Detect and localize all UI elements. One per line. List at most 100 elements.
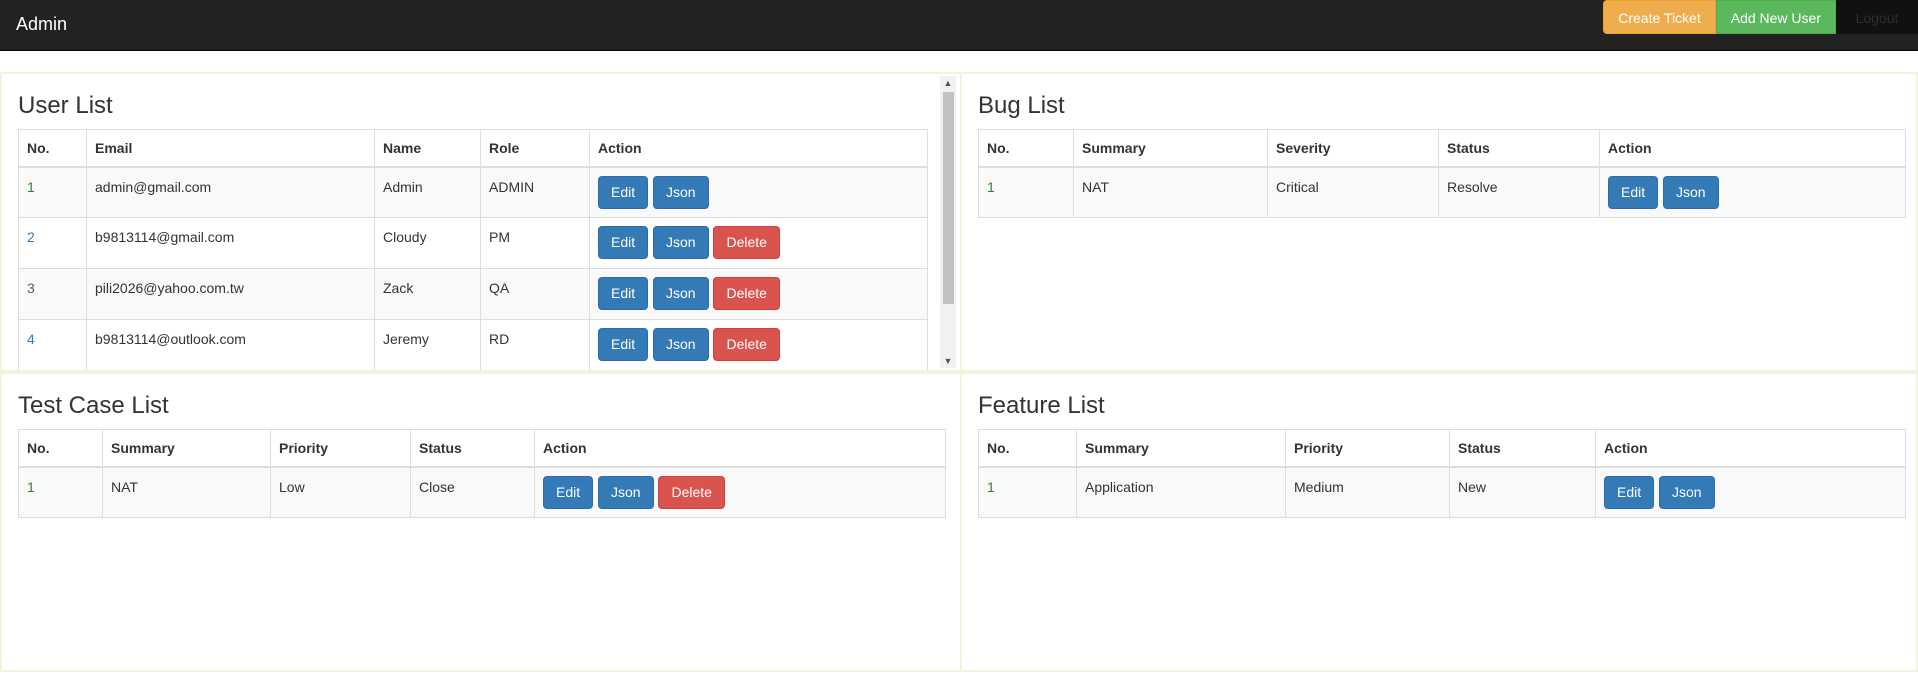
row-role: ADMIN [480, 166, 590, 218]
row-actions: Edit Json [1595, 466, 1906, 518]
row-email: admin@gmail.com [86, 166, 375, 218]
delete-button[interactable]: Delete [713, 226, 780, 259]
json-button[interactable]: Json [653, 328, 709, 361]
row-email: pili2026@yahoo.com.tw [86, 268, 375, 320]
row-summary: Application [1076, 466, 1286, 518]
table-header-row: No. Summary Priority Status Action [18, 429, 946, 468]
row-priority: Low [270, 466, 411, 518]
header-action: Action [1599, 129, 1906, 168]
row-name: Jeremy [374, 319, 481, 370]
brand-title[interactable]: Admin [16, 14, 67, 35]
json-button[interactable]: Json [653, 226, 709, 259]
scroll-up-arrow-icon[interactable]: ▲ [940, 76, 956, 90]
top-navbar: Admin Create Ticket Add New User Logout [0, 0, 1918, 51]
header-role: Role [480, 129, 590, 168]
edit-button[interactable]: Edit [598, 277, 649, 310]
row-status: Close [410, 466, 535, 518]
row-actions: Edit Json Delete [534, 466, 946, 518]
row-severity: Critical [1267, 166, 1439, 218]
header-summary: Summary [1073, 129, 1268, 168]
header-priority: Priority [1285, 429, 1450, 468]
table-row: 1 Application Medium New Edit Json [978, 466, 1906, 518]
header-status: Status [410, 429, 535, 468]
header-email: Email [86, 129, 375, 168]
header-severity: Severity [1267, 129, 1439, 168]
bug-list-table: No. Summary Severity Status Action 1 NAT… [978, 129, 1906, 218]
edit-button[interactable]: Edit [598, 226, 649, 259]
user-list-title: User List [18, 92, 113, 119]
row-actions: Edit Json [589, 166, 928, 218]
header-priority: Priority [270, 429, 411, 468]
test-case-list-panel: Test Case List No. Summary Priority Stat… [0, 372, 962, 672]
row-number[interactable]: 3 [18, 268, 87, 320]
json-button[interactable]: Json [653, 277, 709, 310]
table-header-row: No. Summary Severity Status Action [978, 129, 1906, 168]
edit-button[interactable]: Edit [598, 175, 649, 209]
row-email: b9813114@outlook.com [86, 319, 375, 370]
scroll-thumb[interactable] [943, 92, 954, 304]
header-no: No. [18, 129, 87, 168]
row-status: New [1449, 466, 1596, 518]
test-case-list-title: Test Case List [18, 392, 169, 419]
edit-button[interactable]: Edit [1608, 175, 1659, 209]
header-status: Status [1449, 429, 1596, 468]
row-actions: Edit Json Delete [589, 217, 928, 269]
delete-button[interactable]: Delete [658, 475, 725, 509]
table-header-row: No. Summary Priority Status Action [978, 429, 1906, 468]
row-actions: Edit Json Delete [589, 268, 928, 320]
delete-button[interactable]: Delete [713, 328, 780, 361]
test-case-list-table: No. Summary Priority Status Action 1 NAT… [18, 429, 946, 518]
table-row: 1 NAT Critical Resolve Edit Json [978, 166, 1906, 218]
row-number: 1 [978, 466, 1077, 518]
feature-list-table: No. Summary Priority Status Action 1 App… [978, 429, 1906, 518]
header-action: Action [589, 129, 928, 168]
table-header-row: No. Email Name Role Action [18, 129, 928, 168]
row-summary: NAT [102, 466, 271, 518]
user-list-table: No. Email Name Role Action 1 admin@gmail… [18, 129, 928, 370]
row-priority: Medium [1285, 466, 1450, 518]
scroll-down-arrow-icon[interactable]: ▼ [940, 354, 956, 368]
json-button[interactable]: Json [653, 175, 709, 209]
row-number[interactable]: 2 [18, 217, 87, 269]
user-list-scrollbar[interactable]: ▲ ▼ [940, 76, 956, 368]
edit-button[interactable]: Edit [1604, 475, 1655, 509]
bug-list-title: Bug List [978, 92, 1065, 119]
table-row: 2 b9813114@gmail.com Cloudy PM Edit Json… [18, 217, 928, 269]
delete-button[interactable]: Delete [713, 277, 780, 310]
add-new-user-button[interactable]: Add New User [1715, 0, 1836, 34]
header-summary: Summary [1076, 429, 1286, 468]
table-row: 1 admin@gmail.com Admin ADMIN Edit Json [18, 166, 928, 218]
row-name: Cloudy [374, 217, 481, 269]
header-action: Action [534, 429, 946, 468]
header-name: Name [374, 129, 481, 168]
edit-button[interactable]: Edit [598, 328, 649, 361]
header-action: Action [1595, 429, 1906, 468]
header-no: No. [978, 429, 1077, 468]
create-ticket-button[interactable]: Create Ticket [1603, 0, 1716, 34]
table-row: 1 NAT Low Close Edit Json Delete [18, 466, 946, 518]
navbar-actions: Create Ticket Add New User Logout [1603, 0, 1918, 34]
row-role: PM [480, 217, 590, 269]
row-role: RD [480, 319, 590, 370]
logout-button[interactable]: Logout [1836, 0, 1918, 34]
json-button[interactable]: Json [598, 475, 654, 509]
row-number: 1 [18, 166, 87, 218]
json-button[interactable]: Json [1659, 475, 1715, 509]
table-row: 4 b9813114@outlook.com Jeremy RD Edit Js… [18, 319, 928, 370]
feature-list-panel: Feature List No. Summary Priority Status… [960, 372, 1918, 672]
row-summary: NAT [1073, 166, 1268, 218]
edit-button[interactable]: Edit [543, 475, 594, 509]
feature-list-title: Feature List [978, 392, 1105, 419]
header-no: No. [18, 429, 103, 468]
row-number[interactable]: 4 [18, 319, 87, 370]
row-role: QA [480, 268, 590, 320]
row-status: Resolve [1438, 166, 1600, 218]
header-no: No. [978, 129, 1074, 168]
row-actions: Edit Json [1599, 166, 1906, 218]
row-name: Zack [374, 268, 481, 320]
header-summary: Summary [102, 429, 271, 468]
user-list-panel: User List No. Email Name Role Action 1 a… [0, 72, 962, 372]
row-number: 1 [18, 466, 103, 518]
json-button[interactable]: Json [1663, 175, 1719, 209]
row-number: 1 [978, 166, 1074, 218]
